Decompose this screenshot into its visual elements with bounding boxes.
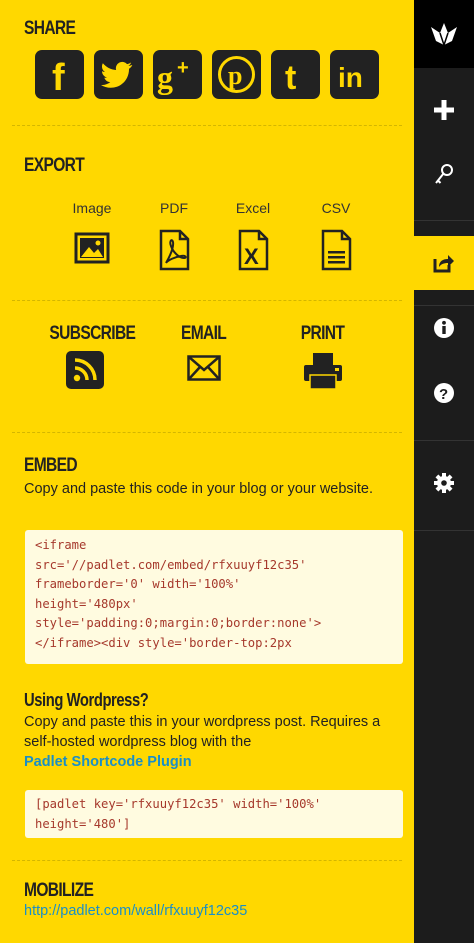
rss-icon bbox=[66, 351, 104, 389]
code-line: height='480px' bbox=[35, 596, 138, 611]
linkedin-icon[interactable]: in bbox=[330, 50, 379, 99]
code-line: height='480'] bbox=[35, 816, 131, 831]
rail-divider bbox=[414, 305, 474, 306]
rail-divider bbox=[414, 220, 474, 221]
right-toolbar: ? bbox=[414, 0, 474, 943]
divider bbox=[12, 300, 402, 301]
code-line: src='//padlet.com/embed/rfxuuyf12c35' bbox=[35, 557, 307, 572]
embed-description: Copy and paste this code in your blog or… bbox=[24, 481, 374, 497]
code-line: <iframe bbox=[35, 538, 87, 552]
export-pdf-label: PDF bbox=[160, 200, 188, 216]
wordpress-section: Using Wordpress? Copy and paste this in … bbox=[24, 690, 409, 772]
twitter-icon[interactable] bbox=[94, 50, 143, 99]
print-label: PRINT bbox=[301, 323, 345, 344]
svg-text:p: p bbox=[228, 61, 242, 90]
code-line: [padlet key='rfxuuyf12c35' width='100%' bbox=[35, 797, 322, 811]
divider bbox=[12, 432, 402, 433]
export-excel[interactable]: Excel X bbox=[223, 200, 283, 277]
export-excel-label: Excel bbox=[235, 200, 271, 216]
mobilize-link[interactable]: http://padlet.com/wall/rfxuuyf12c35 bbox=[24, 901, 438, 921]
facebook-icon[interactable]: f bbox=[35, 50, 84, 99]
svg-text:in: in bbox=[338, 62, 363, 93]
share-tab-icon[interactable] bbox=[414, 236, 474, 290]
rail-divider bbox=[414, 530, 474, 531]
info-icon[interactable] bbox=[414, 305, 474, 351]
svg-text:g: g bbox=[157, 59, 173, 95]
code-line: style='padding:0;margin:0;border:none'> bbox=[35, 616, 322, 630]
pinterest-icon[interactable]: p bbox=[212, 50, 261, 99]
tumblr-icon[interactable]: t bbox=[271, 50, 320, 99]
svg-text:+: + bbox=[177, 57, 189, 79]
padlet-logo-icon[interactable] bbox=[414, 0, 474, 68]
email-button[interactable]: EMAIL bbox=[174, 323, 234, 381]
wordpress-code-box[interactable]: [padlet key='rfxuuyf12c35' width='100%' h… bbox=[25, 790, 403, 838]
export-image-label: Image bbox=[72, 200, 112, 216]
key-icon[interactable] bbox=[414, 150, 474, 200]
rail-divider bbox=[414, 440, 474, 441]
embed-heading: EMBED bbox=[24, 455, 78, 476]
print-button[interactable]: PRINT bbox=[293, 323, 353, 391]
divider bbox=[12, 860, 402, 861]
export-image[interactable]: Image bbox=[62, 200, 122, 273]
subscribe-label: SUBSCRIBE bbox=[49, 323, 136, 344]
image-icon bbox=[74, 232, 110, 264]
export-csv-label: CSV bbox=[321, 200, 351, 216]
export-csv[interactable]: CSV bbox=[306, 200, 366, 277]
share-heading: SHARE bbox=[24, 18, 76, 39]
share-icons: f g + p t in bbox=[35, 50, 379, 99]
help-icon[interactable]: ? bbox=[414, 370, 474, 416]
plus-icon[interactable] bbox=[414, 85, 474, 135]
wordpress-description: Copy and paste this in your wordpress po… bbox=[24, 714, 381, 750]
svg-text:X: X bbox=[244, 244, 259, 269]
svg-text:?: ? bbox=[439, 386, 448, 403]
embed-section: EMBED Copy and paste this code in your b… bbox=[24, 455, 404, 499]
code-line: </iframe><div style='border-top:2px bbox=[35, 635, 292, 650]
embed-code-box[interactable]: <iframe src='//padlet.com/embed/rfxuuyf12… bbox=[25, 530, 403, 664]
export-pdf[interactable]: PDF bbox=[144, 200, 204, 277]
wordpress-heading: Using Wordpress? bbox=[24, 690, 149, 710]
shortcode-plugin-link[interactable]: Padlet Shortcode Plugin bbox=[24, 752, 409, 772]
csv-icon bbox=[321, 229, 352, 271]
envelope-icon bbox=[187, 355, 221, 381]
excel-icon: X bbox=[238, 229, 269, 271]
printer-icon bbox=[304, 353, 342, 390]
google-plus-icon[interactable]: g + bbox=[153, 50, 202, 99]
subscribe-button[interactable]: SUBSCRIBE bbox=[40, 323, 136, 389]
email-label: EMAIL bbox=[181, 323, 227, 344]
mobilize-section: MOBILIZE http://padlet.com/wall/rfxuuyf1… bbox=[24, 880, 438, 921]
gear-icon[interactable] bbox=[414, 460, 474, 506]
code-line: frameborder='0' width='100%' bbox=[35, 577, 241, 591]
svg-text:f: f bbox=[52, 57, 65, 99]
mobilize-heading: MOBILIZE bbox=[24, 880, 94, 901]
divider bbox=[12, 125, 402, 126]
export-section: EXPORT bbox=[24, 155, 438, 177]
export-heading: EXPORT bbox=[24, 155, 85, 176]
pdf-icon bbox=[159, 229, 190, 271]
share-panel: SHARE f g + p t in EXPORT Image PDF Exce… bbox=[0, 0, 414, 943]
svg-text:t: t bbox=[285, 59, 296, 97]
share-section: SHARE bbox=[24, 18, 438, 40]
